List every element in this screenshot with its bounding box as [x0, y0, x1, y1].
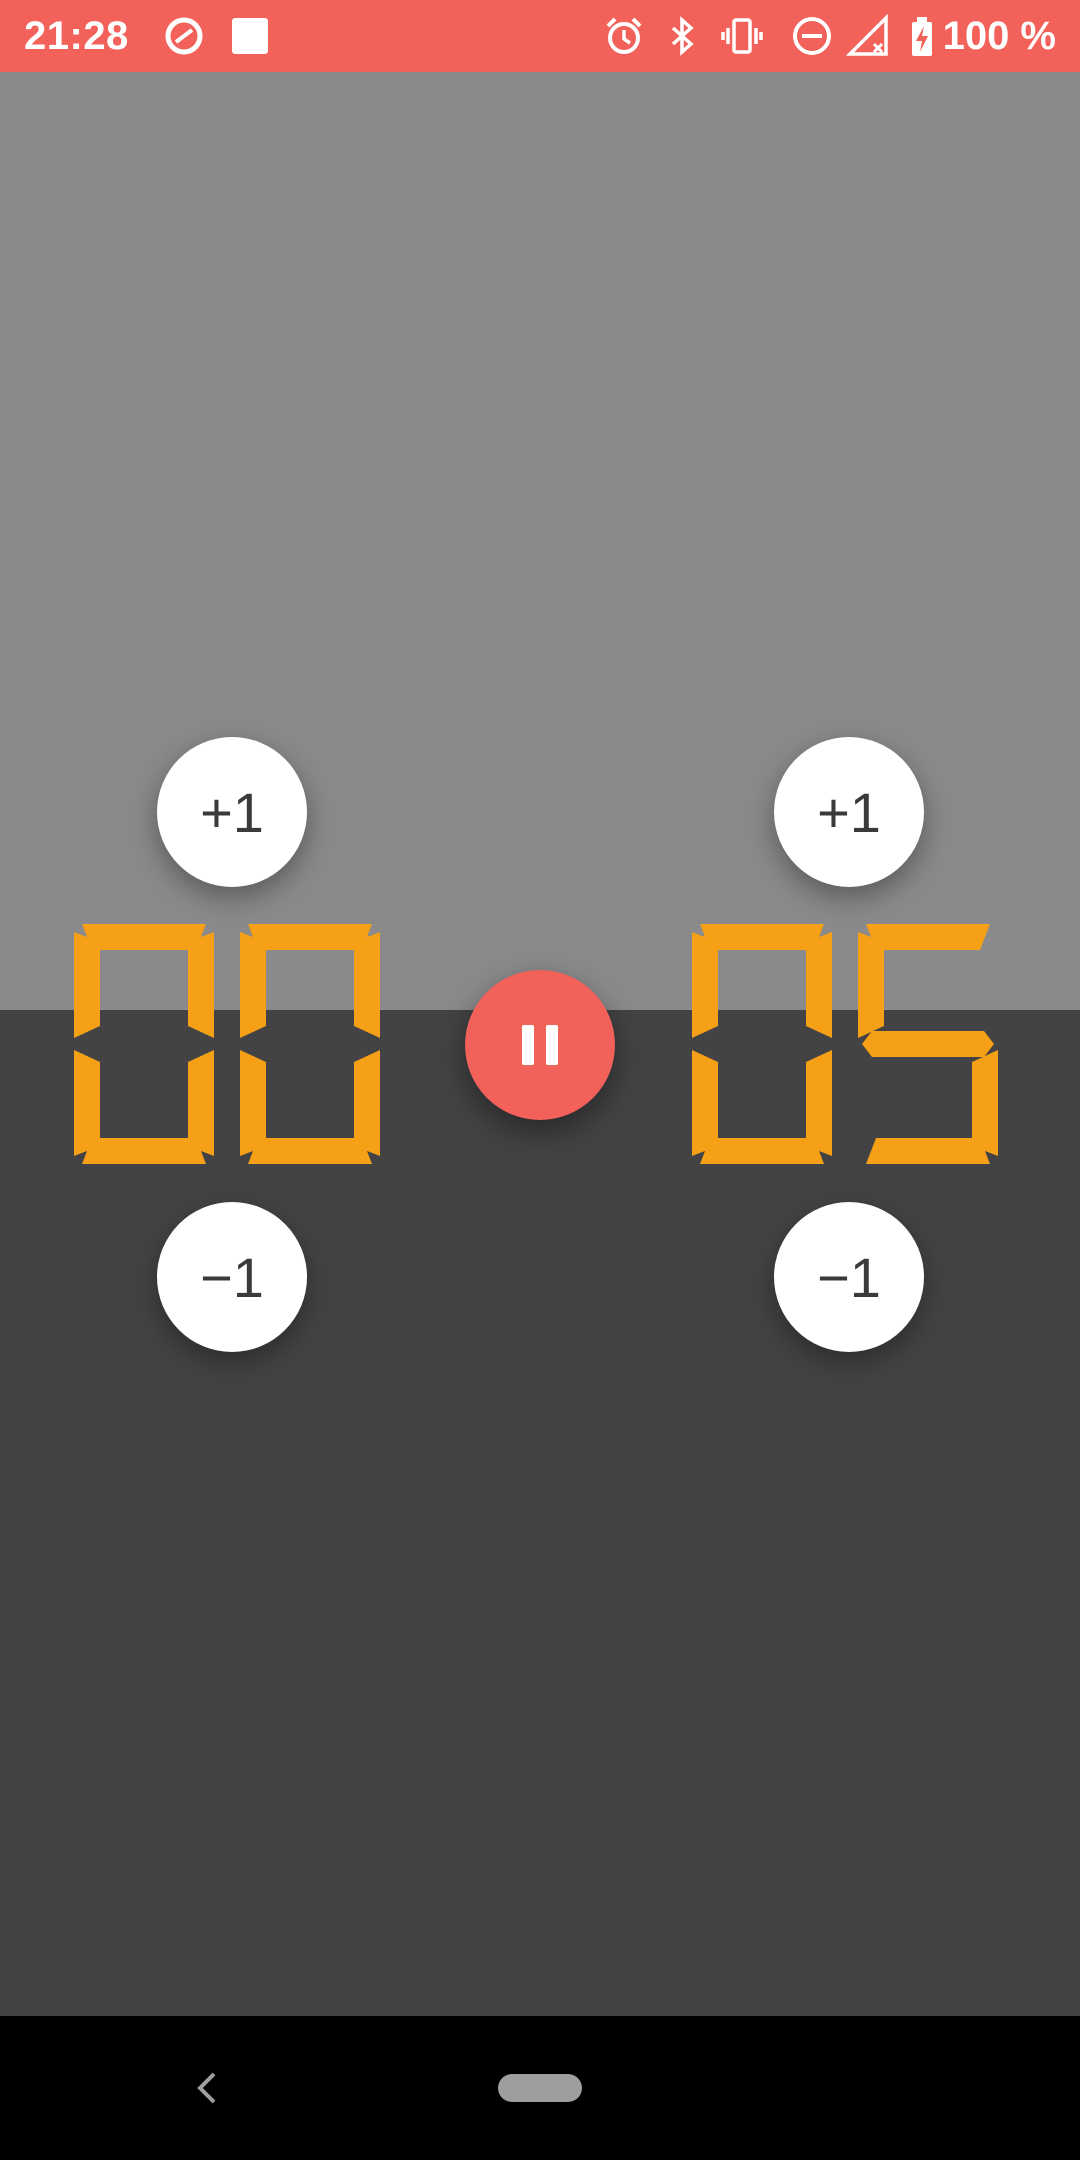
- alarm-icon: [606, 17, 642, 54]
- right-minus-one-button[interactable]: −1: [774, 1202, 924, 1352]
- digit-segment: [248, 1138, 372, 1164]
- bluetooth-icon: [671, 16, 694, 56]
- pause-icon: [522, 1025, 558, 1065]
- battery-percentage: 100 %: [942, 14, 1056, 58]
- digit-segment: [862, 1031, 994, 1057]
- sync-icon: [165, 17, 203, 55]
- digit-segment: [240, 1050, 266, 1156]
- digit-segment: [82, 1138, 206, 1164]
- status-bar: 21:28 100 %: [0, 0, 1080, 72]
- status-time: 21:28: [24, 14, 129, 58]
- left-minus-one-label: −1: [200, 1245, 264, 1309]
- left-score-display: [74, 924, 380, 1164]
- left-plus-one-label: +1: [200, 780, 264, 844]
- battery-charging-icon: [912, 17, 932, 56]
- digit-segment: [248, 924, 372, 950]
- digit-segment: [74, 932, 100, 1038]
- right-plus-one-label: +1: [817, 780, 881, 844]
- digit-segment: [700, 924, 824, 950]
- digit-segment: [240, 932, 266, 1038]
- right-plus-one-button[interactable]: +1: [774, 737, 924, 887]
- upper-panel: [0, 72, 1080, 1010]
- digit-segment: [866, 1138, 990, 1164]
- digit-segment: [188, 932, 214, 1038]
- digit-segment: [858, 932, 884, 1038]
- do-not-disturb-icon: [793, 17, 831, 55]
- digit-segment: [866, 924, 990, 950]
- home-pill-icon[interactable]: [498, 2074, 582, 2102]
- left-plus-one-button[interactable]: +1: [157, 737, 307, 887]
- vibrate-icon: [721, 18, 763, 54]
- square-app-icon: [232, 18, 268, 54]
- no-signal-icon: [846, 14, 888, 56]
- pause-button[interactable]: [465, 970, 615, 1120]
- digit-segment: [806, 932, 832, 1038]
- digit-segment: [692, 1050, 718, 1156]
- digit-segment: [74, 1050, 100, 1156]
- digit-segment: [354, 932, 380, 1038]
- left-minus-one-button[interactable]: −1: [157, 1202, 307, 1352]
- right-score-display: [692, 924, 998, 1164]
- digit-segment: [82, 924, 206, 950]
- digit-segment: [700, 1138, 824, 1164]
- digit-segment: [692, 932, 718, 1038]
- right-minus-one-label: −1: [817, 1245, 881, 1309]
- back-chevron-icon[interactable]: [190, 2070, 226, 2106]
